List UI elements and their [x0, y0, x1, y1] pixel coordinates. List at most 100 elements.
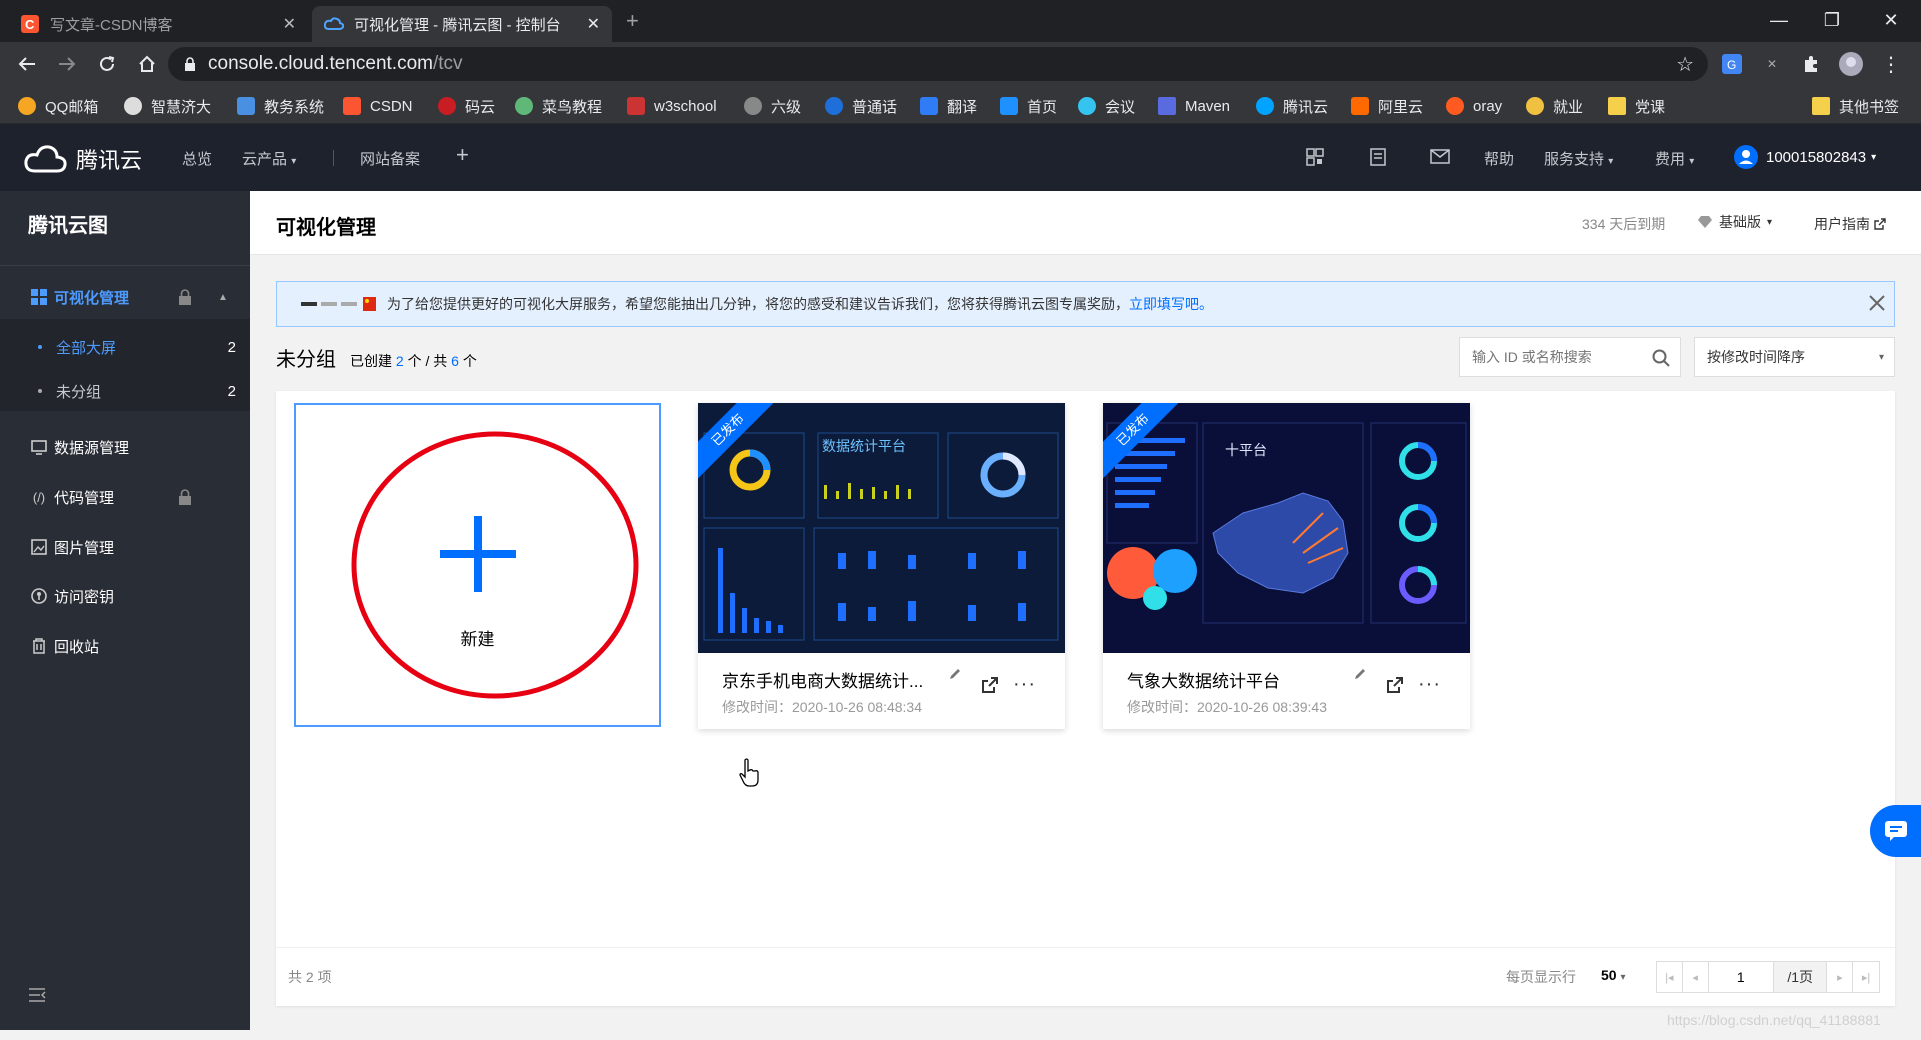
profile-avatar[interactable] — [1837, 50, 1865, 78]
sidebar-subitem-ungrouped[interactable]: 未分组 2 — [0, 369, 250, 413]
guide-label: 用户指南 — [1814, 216, 1870, 232]
close-icon[interactable] — [1868, 294, 1886, 312]
bookmark-item[interactable]: 翻译 — [920, 95, 977, 117]
more-icon[interactable]: ··· — [1418, 673, 1441, 696]
subitem-label: 未分组 — [56, 383, 102, 401]
last-page-icon[interactable]: ▸| — [1853, 962, 1879, 992]
bookmark-item[interactable]: 腾讯云 — [1256, 95, 1328, 117]
account-menu[interactable]: 100015802843 ▾ — [1734, 145, 1876, 169]
nav-icp[interactable]: 网站备案 — [360, 148, 420, 169]
search-box[interactable] — [1459, 337, 1681, 377]
bookmark-label: Maven — [1185, 97, 1231, 115]
sidebar-subitem-all[interactable]: 全部大屏 2 — [0, 325, 250, 369]
address-bar[interactable]: console.cloud.tencent.com/tcv ☆ — [168, 47, 1708, 81]
tab-tencent[interactable]: 可视化管理 - 腾讯云图 - 控制台 ✕ — [312, 6, 612, 42]
search-icon[interactable] — [1652, 349, 1670, 367]
sidebar-item-visual[interactable]: 可视化管理 ▲ — [0, 275, 250, 319]
nav-products[interactable]: 云产品 ▾ — [242, 148, 296, 169]
minimize-icon[interactable]: — — [1761, 6, 1797, 34]
add-icon[interactable]: + — [456, 142, 469, 168]
screen-thumbnail[interactable]: 十平台 已发布 — [1103, 403, 1470, 653]
notice-link[interactable]: 立即填写吧。 — [1129, 294, 1213, 314]
bookmark-item[interactable]: Maven — [1158, 95, 1230, 117]
bookmark-item[interactable]: 首页 — [1000, 95, 1057, 117]
sidebar-item-images[interactable]: 图片管理 — [0, 525, 250, 569]
page-input[interactable]: 1 — [1709, 962, 1774, 992]
bookmark-item[interactable]: QQ邮箱 — [18, 95, 98, 117]
sidebar-item-keys[interactable]: 访问密钥 — [0, 574, 250, 618]
nav-support[interactable]: 服务支持 ▾ — [1544, 148, 1613, 169]
per-page-select[interactable]: 50 ▾ — [1601, 967, 1626, 983]
chat-float-button[interactable] — [1870, 805, 1921, 857]
edition-dropdown[interactable]: 基础版 ▾ — [1697, 212, 1772, 232]
restore-icon[interactable]: ❐ — [1814, 6, 1850, 34]
extensions-puzzle-icon[interactable] — [1797, 50, 1825, 78]
count-suffix: 个 — [462, 353, 477, 369]
sidebar-item-label: 图片管理 — [54, 539, 115, 557]
close-icon[interactable]: ✕ — [587, 14, 600, 34]
chevron-up-icon[interactable]: ▲ — [218, 292, 228, 303]
forward-icon[interactable] — [53, 50, 81, 78]
more-icon[interactable]: ··· — [1013, 673, 1036, 696]
window-close-icon[interactable]: ✕ — [1873, 6, 1909, 34]
edition-label: 基础版 — [1719, 214, 1761, 230]
more-menu-icon[interactable]: ⋮ — [1877, 50, 1905, 78]
notice-flags-icon — [301, 297, 377, 311]
bookmark-item[interactable]: 会议 — [1078, 95, 1135, 117]
bookmark-item[interactable]: 智慧济大 — [124, 95, 211, 117]
key-icon — [30, 587, 48, 605]
close-icon[interactable]: ✕ — [283, 14, 296, 34]
hand-cursor-icon — [738, 758, 760, 788]
bookmark-item[interactable]: 教务系统 — [237, 95, 324, 117]
tab-csdn[interactable]: C 写文章-CSDN博客 ✕ — [8, 6, 308, 42]
new-screen-card[interactable]: 新建 — [294, 403, 661, 727]
other-bookmarks[interactable]: 其他书签 — [1812, 95, 1899, 117]
screen-thumbnail[interactable]: 数据统计平台 已发布 — [698, 403, 1065, 653]
collapse-menu-icon[interactable] — [28, 987, 46, 1003]
bookmark-item[interactable]: 党课 — [1608, 95, 1665, 117]
sidebar-item-datasource[interactable]: 数据源管理 — [0, 425, 250, 469]
edit-icon[interactable] — [948, 667, 962, 681]
job-icon — [1526, 97, 1544, 115]
bookmark-item[interactable]: 就业 — [1526, 95, 1583, 117]
bookmark-item[interactable]: 阿里云 — [1351, 95, 1423, 117]
next-page-icon[interactable]: ▸ — [1827, 962, 1854, 992]
bookmark-item[interactable]: 菜鸟教程 — [515, 95, 602, 117]
nav-fees[interactable]: 费用 ▾ — [1655, 148, 1694, 169]
sidebar-item-trash[interactable]: 回收站 — [0, 624, 250, 668]
edit-icon[interactable] — [1353, 667, 1367, 681]
screen-card[interactable]: 数据统计平台 已发布 京东手机电商大数据统计... 修改时间：2020-10-2… — [698, 403, 1065, 729]
nav-overview[interactable]: 总览 — [182, 148, 212, 169]
bookmark-item[interactable]: w3school — [627, 95, 717, 117]
search-input[interactable] — [1472, 349, 1652, 365]
translate-icon[interactable]: G — [1718, 50, 1746, 78]
prev-page-icon[interactable]: ◂ — [1683, 962, 1709, 992]
back-icon[interactable] — [13, 50, 41, 78]
nav-help[interactable]: 帮助 — [1484, 148, 1514, 169]
mail-icon[interactable] — [1430, 149, 1450, 164]
bookmark-item[interactable]: 码云 — [438, 95, 495, 117]
first-page-icon[interactable]: |◂ — [1657, 962, 1683, 992]
new-tab-icon[interactable]: + — [626, 8, 639, 34]
brand-name: 腾讯云 — [76, 148, 143, 173]
open-external-icon[interactable] — [981, 676, 999, 694]
qrcode-icon[interactable] — [1306, 148, 1324, 166]
bookmark-item[interactable]: CSDN — [343, 95, 413, 117]
bookmark-item[interactable]: 普通话 — [825, 95, 897, 117]
document-icon[interactable] — [1370, 148, 1386, 166]
home-icon[interactable] — [133, 50, 161, 78]
bookmark-item[interactable]: 六级 — [744, 95, 801, 117]
created-count: 2 — [395, 353, 404, 369]
bookmark-item[interactable]: oray — [1446, 95, 1502, 117]
reload-icon[interactable] — [93, 50, 121, 78]
bookmark-star-icon[interactable]: ☆ — [1676, 52, 1694, 77]
screen-card[interactable]: 十平台 已发布 气象大数据统计平台 修改时间：2020-10-26 08:39:… — [1103, 403, 1470, 729]
brand-logo[interactable]: 腾讯云 — [24, 143, 142, 175]
user-guide-link[interactable]: 用户指南 — [1814, 214, 1886, 234]
open-external-icon[interactable] — [1386, 676, 1404, 694]
group-header: 未分组 已创建 2 个 / 共 6 个 — [276, 343, 477, 372]
sidebar-item-code[interactable]: (/) 代码管理 — [0, 475, 250, 519]
sort-select[interactable]: 按修改时间降序 ▾ — [1694, 337, 1895, 377]
divider — [0, 265, 250, 266]
extension-x-icon[interactable]: ✕ — [1758, 50, 1786, 78]
